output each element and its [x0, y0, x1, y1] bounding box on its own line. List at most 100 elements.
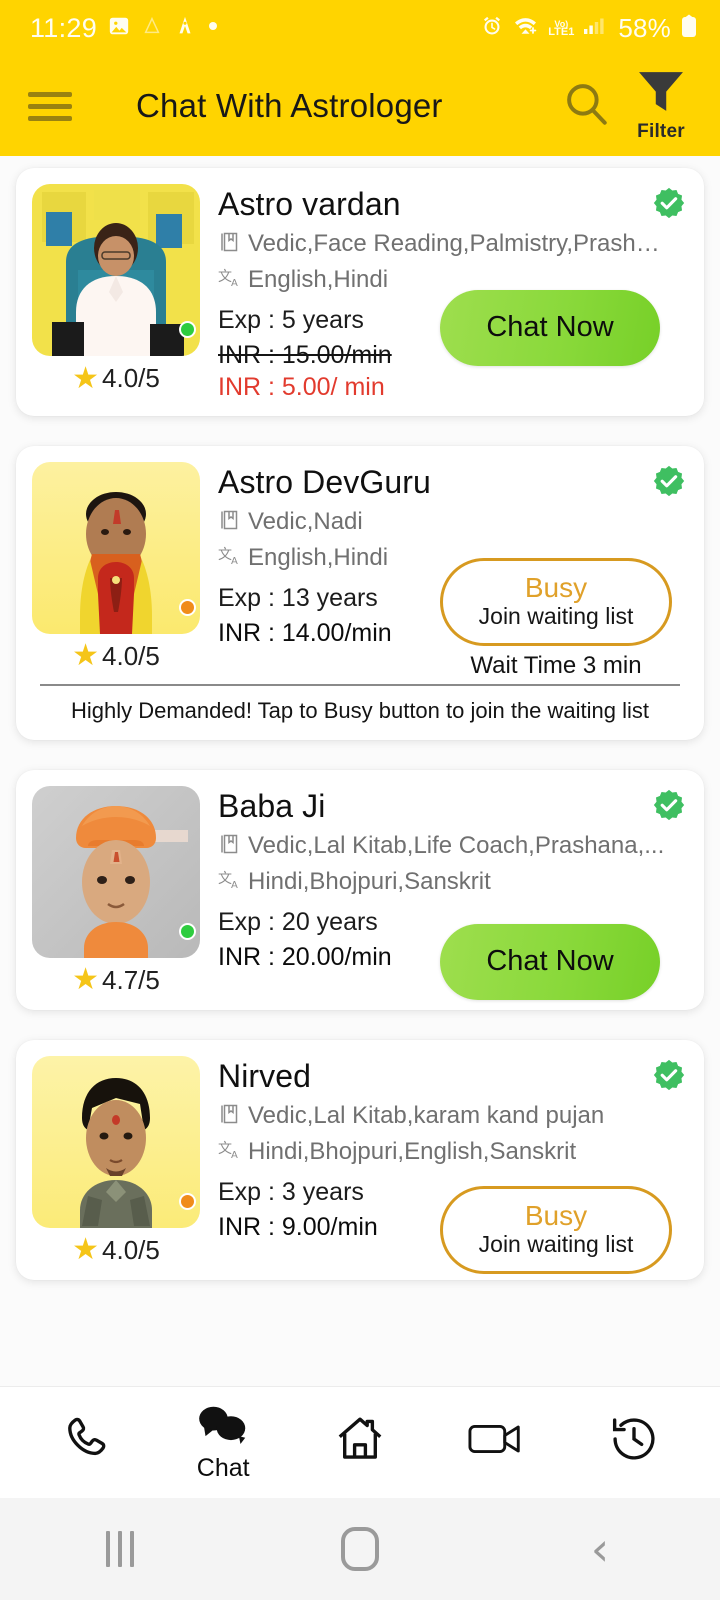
status-dot-busy — [179, 598, 196, 616]
back-chevron-icon: ‹ — [590, 1522, 610, 1576]
home-icon — [332, 1412, 388, 1471]
avatar — [32, 1055, 200, 1228]
languages-row: 文A Hindi,Bhojpuri,Sanskrit — [218, 868, 690, 897]
skills-row: Vedic,Lal Kitab,karam kand pujan — [218, 1102, 690, 1131]
app-root: 11:29 Vo) LTE1 58% Chat With Astrologer … — [0, 0, 720, 1600]
search-icon — [561, 79, 611, 134]
languages-text: Hindi,Bhojpuri,Sanskrit — [248, 868, 491, 896]
verified-badge-icon — [652, 1058, 686, 1097]
nav-item-video[interactable] — [442, 1417, 552, 1468]
avatar — [32, 184, 200, 356]
android-system-nav: ‹ — [0, 1498, 720, 1600]
nav-item-home[interactable] — [305, 1412, 415, 1473]
avatar-wrapper[interactable] — [32, 461, 200, 634]
astrologer-card[interactable]: ★ 4.0/5 Nirved Vedic,Lal Kitab,karam kan… — [16, 1039, 704, 1280]
status-dot-online — [179, 922, 196, 940]
history-clock-icon — [607, 1412, 661, 1471]
info-column: Astro vardan Vedic,Face Reading,Palmistr… — [218, 184, 690, 402]
busy-join-waiting-list-button[interactable]: Busy Join waiting list — [440, 1185, 672, 1274]
status-bar-left: 11:29 — [30, 13, 219, 44]
nav-item-call[interactable] — [31, 1412, 141, 1473]
translate-icon: 文A — [218, 1138, 242, 1167]
avatar-wrapper[interactable] — [32, 1055, 200, 1228]
recents-button[interactable] — [60, 1531, 180, 1567]
page-title: Chat With Astrologer — [136, 87, 443, 124]
chat-now-button[interactable]: Chat Now — [440, 289, 660, 366]
rating-value: 4.0/5 — [102, 1234, 160, 1265]
phone-call-icon — [59, 1412, 113, 1471]
languages-text: Hindi,Bhojpuri,English,Sanskrit — [248, 1138, 577, 1166]
volte-icon: Vo) LTE1 — [548, 19, 575, 38]
app-icon — [141, 15, 163, 42]
filter-label: Filter — [637, 121, 685, 142]
languages-text: English,Hindi — [248, 544, 389, 572]
wait-time-label: Wait Time 3 min — [470, 651, 642, 679]
rating: ★ 4.0/5 — [72, 1235, 160, 1266]
home-button[interactable] — [300, 1527, 420, 1571]
svg-text:A: A — [231, 556, 238, 567]
info-column: Nirved Vedic,Lal Kitab,karam kand pujan … — [218, 1056, 690, 1274]
svg-text:文: 文 — [218, 871, 232, 887]
card-body: ★ 4.0/5 Astro vardan Vedic,Face Reading,… — [30, 184, 690, 402]
search-button[interactable] — [558, 78, 614, 134]
hamburger-menu-icon[interactable] — [28, 86, 74, 127]
star-icon: ★ — [72, 361, 100, 395]
skills-text: Vedic,Lal Kitab,karam kand pujan — [248, 1102, 605, 1130]
rating: ★ 4.0/5 — [72, 641, 160, 672]
avatar — [32, 785, 200, 958]
rating-value: 4.0/5 — [102, 363, 160, 393]
signal-icon — [583, 15, 609, 42]
astrologer-card[interactable]: ★ 4.0/5 Astro vardan Vedic,Face Reading,… — [16, 168, 704, 416]
filter-button[interactable]: Filter — [624, 69, 698, 143]
nav-item-history[interactable] — [579, 1412, 689, 1473]
astrologer-name: Baba Ji — [218, 787, 326, 824]
book-icon — [218, 1102, 242, 1131]
skills-text: Vedic,Lal Kitab,Life Coach,Prashana,... — [248, 832, 665, 860]
svg-text:A: A — [231, 1150, 238, 1161]
avatar-column: ★ 4.0/5 — [30, 1055, 202, 1266]
filter-funnel-icon — [635, 69, 687, 120]
busy-label: Busy — [524, 1200, 588, 1232]
rating: ★ 4.7/5 — [72, 965, 160, 996]
app-icon-2 — [174, 14, 196, 43]
home-button-icon — [341, 1527, 379, 1571]
astrologer-name: Astro DevGuru — [218, 463, 431, 500]
astrologer-list[interactable]: ★ 4.0/5 Astro vardan Vedic,Face Reading,… — [0, 156, 720, 1386]
skills-text: Vedic,Face Reading,Palmistry,Prasha... — [248, 230, 668, 258]
join-waiting-list-label: Join waiting list — [478, 602, 634, 629]
skills-row: Vedic,Lal Kitab,Life Coach,Prashana,... — [218, 832, 690, 861]
rating: ★ 4.0/5 — [72, 363, 160, 394]
star-icon: ★ — [72, 1233, 100, 1267]
card-body: ★ 4.7/5 Baba Ji Vedic,Lal Kitab,Life Coa… — [30, 785, 690, 1000]
avatar-wrapper[interactable] — [32, 785, 200, 958]
bottom-navigation-bar: Chat — [0, 1386, 720, 1498]
star-icon: ★ — [72, 639, 100, 673]
info-column: Astro DevGuru Vedic,Nadi 文A English,Hind… — [218, 462, 690, 679]
chat-now-button[interactable]: Chat Now — [440, 923, 660, 1000]
translate-icon: 文A — [218, 868, 242, 897]
action-area: Chat Now — [440, 923, 690, 1000]
skills-row: Vedic,Nadi — [218, 508, 690, 537]
svg-text:文: 文 — [218, 547, 232, 563]
rating-value: 4.7/5 — [102, 964, 160, 995]
rating-value: 4.0/5 — [102, 640, 160, 671]
verified-badge-icon — [652, 464, 686, 503]
card-body: ★ 4.0/5 Astro DevGuru Vedic,Nadi 文A Engl… — [30, 461, 690, 679]
translate-icon: 文A — [218, 544, 242, 573]
astrologer-card[interactable]: ★ 4.7/5 Baba Ji Vedic,Lal Kitab,Life Coa… — [16, 769, 704, 1010]
languages-text: English,Hindi — [248, 266, 389, 294]
avatar-column: ★ 4.0/5 — [30, 461, 202, 672]
avatar-wrapper[interactable] — [32, 184, 200, 356]
status-bar: 11:29 Vo) LTE1 58% — [0, 0, 720, 56]
nav-item-chat[interactable]: Chat — [168, 1403, 278, 1483]
skills-text: Vedic,Nadi — [248, 508, 363, 536]
svg-text:A: A — [231, 278, 238, 289]
skills-row: Vedic,Face Reading,Palmistry,Prasha... — [218, 230, 690, 259]
avatar-column: ★ 4.7/5 — [30, 785, 202, 996]
astrologer-card[interactable]: ★ 4.0/5 Astro DevGuru Vedic,Nadi 文A Engl… — [16, 445, 704, 740]
info-column: Baba Ji Vedic,Lal Kitab,Life Coach,Prash… — [218, 786, 690, 1000]
verified-badge-icon — [652, 186, 686, 225]
video-camera-icon — [468, 1417, 526, 1466]
busy-join-waiting-list-button[interactable]: Busy Join waiting list — [440, 557, 672, 646]
back-button[interactable]: ‹ — [540, 1526, 660, 1572]
